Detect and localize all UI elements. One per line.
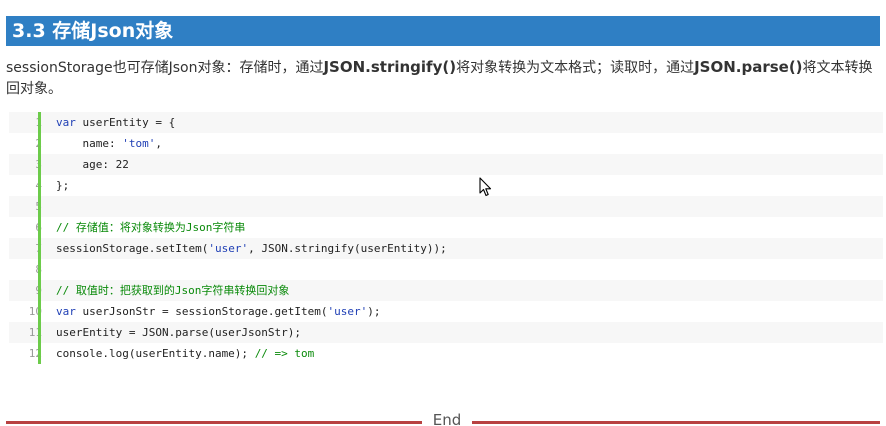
code-line: 5 bbox=[9, 196, 883, 217]
code-text: var userEntity = { bbox=[56, 112, 175, 133]
code-text: // 取值时：把获取到的Json字符串转换回对象 bbox=[56, 280, 289, 301]
code-line: 1var userEntity = { bbox=[9, 112, 883, 133]
code-token: }; bbox=[56, 179, 70, 192]
code-line: 7sessionStorage.setItem('user', JSON.str… bbox=[9, 238, 883, 259]
description-text-2: 将对象转换为文本格式；读取时，通过 bbox=[456, 60, 695, 76]
code-text: age: 22 bbox=[56, 154, 129, 175]
code-token: age: 22 bbox=[56, 158, 129, 171]
code-token: , bbox=[155, 137, 162, 150]
code-keyword: var bbox=[56, 305, 76, 318]
code-line: 2 name: 'tom', bbox=[9, 133, 883, 154]
code-token: console.log(userEntity.name); bbox=[56, 347, 255, 360]
code-token: , JSON.stringify(userEntity)); bbox=[248, 242, 447, 255]
code-token: name: bbox=[56, 137, 123, 150]
code-text: console.log(userEntity.name); // => tom bbox=[56, 343, 314, 364]
article-page: 3.3 存储Json对象 sessionStorage也可存储Json对象：存储… bbox=[0, 0, 886, 426]
code-line: 6// 存储值：将对象转换为Json字符串 bbox=[9, 217, 883, 238]
code-text: }; bbox=[56, 175, 69, 196]
code-line: 4}; bbox=[9, 175, 883, 196]
code-line: 3 age: 22 bbox=[9, 154, 883, 175]
code-text: var userJsonStr = sessionStorage.getItem… bbox=[56, 301, 381, 322]
code-text: name: 'tom', bbox=[56, 133, 162, 154]
end-rule-left bbox=[6, 421, 422, 424]
description-text-1: sessionStorage也可存储Json对象：存储时，通过 bbox=[6, 60, 324, 76]
code-keyword: var bbox=[56, 116, 76, 129]
api-stringify: JSON.stringify() bbox=[323, 58, 457, 76]
code-line: 9// 取值时：把获取到的Json字符串转换回对象 bbox=[9, 280, 883, 301]
code-text: userEntity = JSON.parse(userJsonStr); bbox=[56, 322, 301, 343]
end-label: End bbox=[432, 411, 462, 426]
code-line: 11 userEntity = JSON.parse(userJsonStr); bbox=[9, 322, 883, 343]
code-text: // 存储值：将对象转换为Json字符串 bbox=[56, 217, 245, 238]
end-rule-right bbox=[472, 421, 880, 424]
mouse-pointer-icon bbox=[479, 177, 492, 197]
code-text: sessionStorage.setItem('user', JSON.stri… bbox=[56, 238, 447, 259]
code-token: userEntity = JSON.parse(userJsonStr); bbox=[56, 326, 302, 339]
code-block[interactable]: 1var userEntity = {2 name: 'tom',3 age: … bbox=[6, 112, 883, 364]
code-line: 12 console.log(userEntity.name); // => to… bbox=[9, 343, 883, 364]
code-comment: // 存储值：将对象转换为Json字符串 bbox=[56, 221, 246, 234]
code-string: 'user' bbox=[208, 242, 249, 255]
code-token: userJsonStr = sessionStorage.getItem( bbox=[75, 305, 328, 318]
code-comment: // => tom bbox=[254, 347, 315, 360]
section-description: sessionStorage也可存储Json对象：存储时，通过JSON.stri… bbox=[6, 57, 880, 100]
code-token: sessionStorage.setItem( bbox=[56, 242, 209, 255]
code-gutter-bar bbox=[38, 112, 41, 364]
api-parse: JSON.parse() bbox=[694, 58, 803, 76]
code-token: userEntity = { bbox=[75, 116, 176, 129]
code-string: 'tom' bbox=[122, 137, 156, 150]
code-comment: // 取值时：把获取到的Json字符串转换回对象 bbox=[56, 284, 290, 297]
code-string: 'user' bbox=[327, 305, 368, 318]
section-heading: 3.3 存储Json对象 bbox=[6, 16, 880, 46]
code-token: ); bbox=[367, 305, 381, 318]
code-line: 10 var userJsonStr = sessionStorage.getIt… bbox=[9, 301, 883, 322]
code-line: 8 bbox=[9, 259, 883, 280]
